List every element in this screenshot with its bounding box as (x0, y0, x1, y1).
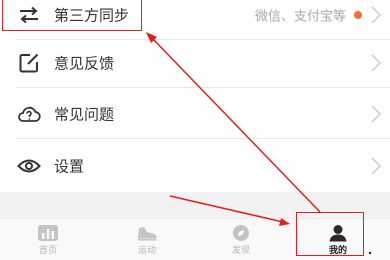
menu-item-feedback[interactable]: 意见反馈 (0, 38, 390, 88)
cloud-question-icon (16, 101, 42, 127)
tab-discover[interactable]: 发现 (211, 219, 271, 260)
menu-item-label: 意见反馈 (54, 54, 115, 73)
menu-item-label: 常见问题 (54, 105, 115, 124)
chevron-right-icon (371, 6, 382, 24)
tab-label: 运动 (137, 246, 156, 256)
tab-label: 首页 (38, 246, 57, 256)
eye-settings-icon (16, 153, 42, 179)
menu-item-settings[interactable]: 设置 (0, 141, 390, 191)
shoe-icon (138, 227, 157, 241)
home-chart-icon (38, 225, 58, 241)
profile-screen: 第三方同步 微信、支付宝等 意见反馈 常见问题 设置 首页 运动 发现 我的 (0, 0, 390, 260)
menu-item-label: 设置 (54, 157, 85, 176)
menu-item-hint: 微信、支付宝等 (254, 9, 346, 25)
annotation-box-third-party-sync (2, 0, 142, 31)
edit-square-icon (16, 50, 42, 76)
annotation-box-mine-tab (296, 212, 364, 256)
tab-home[interactable]: 首页 (18, 219, 78, 260)
tab-sports[interactable]: 运动 (117, 219, 177, 260)
compass-icon (233, 225, 249, 241)
menu-item-faq[interactable]: 常见问题 (0, 89, 390, 139)
tab-label: 发现 (231, 246, 250, 256)
chevron-right-icon (371, 54, 382, 72)
row-divider (16, 87, 390, 88)
row-divider (16, 138, 390, 139)
chevron-right-icon (371, 157, 382, 175)
chevron-right-icon (371, 105, 382, 123)
notification-dot (354, 11, 362, 19)
